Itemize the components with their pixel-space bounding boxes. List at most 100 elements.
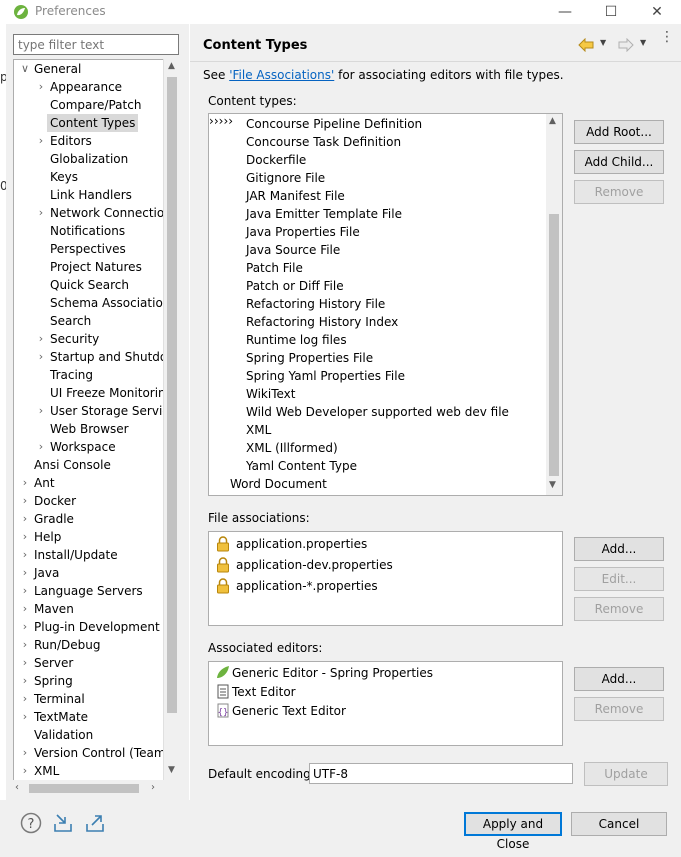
tree-item[interactable]: Content Types <box>47 114 139 132</box>
tree-item[interactable]: TextMate <box>31 708 91 726</box>
file-associations-link[interactable]: 'File Associations' <box>229 68 334 82</box>
maximize-button[interactable]: ☐ <box>596 2 626 22</box>
tree-item[interactable]: Language Servers <box>31 582 146 600</box>
view-menu-icon[interactable]: ⋮ <box>660 30 674 44</box>
tree-item[interactable]: User Storage Service <box>47 402 178 420</box>
chevron-right-icon[interactable]: › <box>19 548 31 561</box>
scroll-up-arrow-icon[interactable]: ▲ <box>166 61 177 73</box>
tree-item[interactable]: Version Control (Team) <box>31 744 173 762</box>
tree-item[interactable]: Editors <box>47 132 95 150</box>
default-encoding-field[interactable] <box>309 763 573 784</box>
tree-item[interactable]: Terminal <box>31 690 88 708</box>
content-type-item[interactable]: Concourse Pipeline Definition <box>243 115 425 133</box>
tree-item[interactable]: UI Freeze Monitoring <box>47 384 176 402</box>
add-editor-button[interactable]: Add... <box>574 667 664 691</box>
chevron-right-icon[interactable]: › <box>35 404 47 417</box>
tree-item[interactable]: Java <box>31 564 62 582</box>
cancel-button[interactable]: Cancel <box>571 812 667 836</box>
export-preferences-icon[interactable] <box>84 812 106 834</box>
content-type-item[interactable]: Yaml Content Type <box>243 457 360 475</box>
tree-item[interactable]: Spring <box>31 672 76 690</box>
chevron-right-icon[interactable]: › <box>19 710 31 723</box>
chevron-right-icon[interactable]: › <box>19 638 31 651</box>
edit-file-association-button[interactable]: Edit... <box>574 567 664 591</box>
add-file-association-button[interactable]: Add... <box>574 537 664 561</box>
chevron-down-icon[interactable]: ∨ <box>19 62 31 75</box>
chevron-right-icon[interactable]: › <box>19 512 31 525</box>
content-type-item[interactable]: Java Properties File <box>243 223 363 241</box>
content-type-item[interactable]: Word Document <box>227 475 330 493</box>
content-types-scrollbar[interactable]: ▲ ▼ <box>546 114 562 495</box>
chevron-right-icon[interactable]: › <box>19 620 31 633</box>
tree-item[interactable]: Gradle <box>31 510 77 528</box>
file-association-item[interactable]: application-dev.properties <box>236 556 393 574</box>
close-button[interactable]: ✕ <box>642 2 672 22</box>
remove-file-association-button[interactable]: Remove <box>574 597 664 621</box>
tree-item[interactable]: Search <box>47 312 94 330</box>
scroll-up-arrow-icon[interactable]: ▲ <box>549 116 556 126</box>
tree-item[interactable]: Notifications <box>47 222 128 240</box>
back-menu-chevron-down-icon[interactable]: ▼ <box>600 38 606 47</box>
update-encoding-button[interactable]: Update <box>584 762 668 786</box>
tree-horizontal-scrollbar[interactable]: ‹ › <box>13 780 179 796</box>
tree-item[interactable]: Security <box>47 330 102 348</box>
file-association-item[interactable]: application.properties <box>236 535 367 553</box>
import-preferences-icon[interactable] <box>52 812 74 834</box>
chevron-right-icon[interactable]: › <box>19 584 31 597</box>
tree-item[interactable]: Startup and Shutdown <box>47 348 178 366</box>
associated-editor-item[interactable]: Generic Text Editor <box>232 702 346 720</box>
content-type-item[interactable]: Concourse Task Definition <box>243 133 404 151</box>
associated-editor-item[interactable]: Generic Editor - Spring Properties <box>232 664 433 682</box>
tree-vertical-scrollbar[interactable]: ▲ ▼ <box>163 59 179 781</box>
tree-item[interactable]: Workspace <box>47 438 119 456</box>
chevron-right-icon[interactable]: › <box>19 566 31 579</box>
tree-item[interactable]: Server <box>31 654 76 672</box>
chevron-right-icon[interactable]: › <box>19 656 31 669</box>
scrollbar-thumb[interactable] <box>29 784 139 793</box>
back-arrow-icon[interactable] <box>578 38 594 52</box>
tree-item[interactable]: Install/Update <box>31 546 121 564</box>
content-type-item[interactable]: Java Source File <box>243 241 343 259</box>
filter-input[interactable] <box>13 34 179 55</box>
associated-editor-item[interactable]: Text Editor <box>232 683 296 701</box>
forward-arrow-icon[interactable] <box>618 38 634 52</box>
scroll-down-arrow-icon[interactable]: ▼ <box>166 765 177 777</box>
tree-item[interactable]: Appearance <box>47 78 125 96</box>
tree-item[interactable]: General <box>31 60 84 78</box>
chevron-right-icon[interactable]: › <box>19 494 31 507</box>
content-type-item[interactable]: Refactoring History Index <box>243 313 401 331</box>
content-type-item[interactable]: XML <box>243 421 274 439</box>
content-type-item[interactable]: Gitignore File <box>243 169 328 187</box>
content-type-item[interactable]: Patch File <box>243 259 306 277</box>
chevron-right-icon[interactable]: › <box>19 746 31 759</box>
tree-item[interactable]: Perspectives <box>47 240 129 258</box>
chevron-right-icon[interactable]: › <box>35 440 47 453</box>
scroll-left-arrow-icon[interactable]: ‹ <box>15 782 19 793</box>
scroll-down-arrow-icon[interactable]: ▼ <box>549 480 556 490</box>
tree-item[interactable]: Globalization <box>47 150 131 168</box>
content-type-item[interactable]: Patch or Diff File <box>243 277 347 295</box>
tree-item[interactable]: Docker <box>31 492 79 510</box>
content-type-item[interactable]: XML (Illformed) <box>243 439 341 457</box>
chevron-right-icon[interactable]: › <box>19 674 31 687</box>
content-type-item[interactable]: JAR Manifest File <box>243 187 348 205</box>
tree-item[interactable]: Tracing <box>47 366 96 384</box>
tree-item[interactable]: Quick Search <box>47 276 132 294</box>
tree-item[interactable]: Maven <box>31 600 77 618</box>
tree-item[interactable]: Run/Debug <box>31 636 104 654</box>
chevron-right-icon[interactable]: › <box>19 764 31 777</box>
chevron-right-icon[interactable]: › <box>35 332 47 345</box>
scrollbar-thumb[interactable] <box>549 214 559 476</box>
content-type-item[interactable]: Runtime log files <box>243 331 350 349</box>
add-root-button[interactable]: Add Root... <box>574 120 664 144</box>
tree-item[interactable]: Ansi Console <box>31 456 114 474</box>
tree-item[interactable]: Plug-in Development <box>31 618 163 636</box>
tree-item[interactable]: Link Handlers <box>47 186 135 204</box>
content-type-item[interactable]: Refactoring History File <box>243 295 388 313</box>
remove-content-type-button[interactable]: Remove <box>574 180 664 204</box>
content-type-item[interactable]: Java Emitter Template File <box>243 205 405 223</box>
apply-and-close-button[interactable]: Apply and Close <box>464 812 562 851</box>
content-type-item[interactable]: WikiText <box>243 385 299 403</box>
tree-item[interactable]: Project Natures <box>47 258 145 276</box>
help-icon[interactable]: ? <box>20 812 42 834</box>
